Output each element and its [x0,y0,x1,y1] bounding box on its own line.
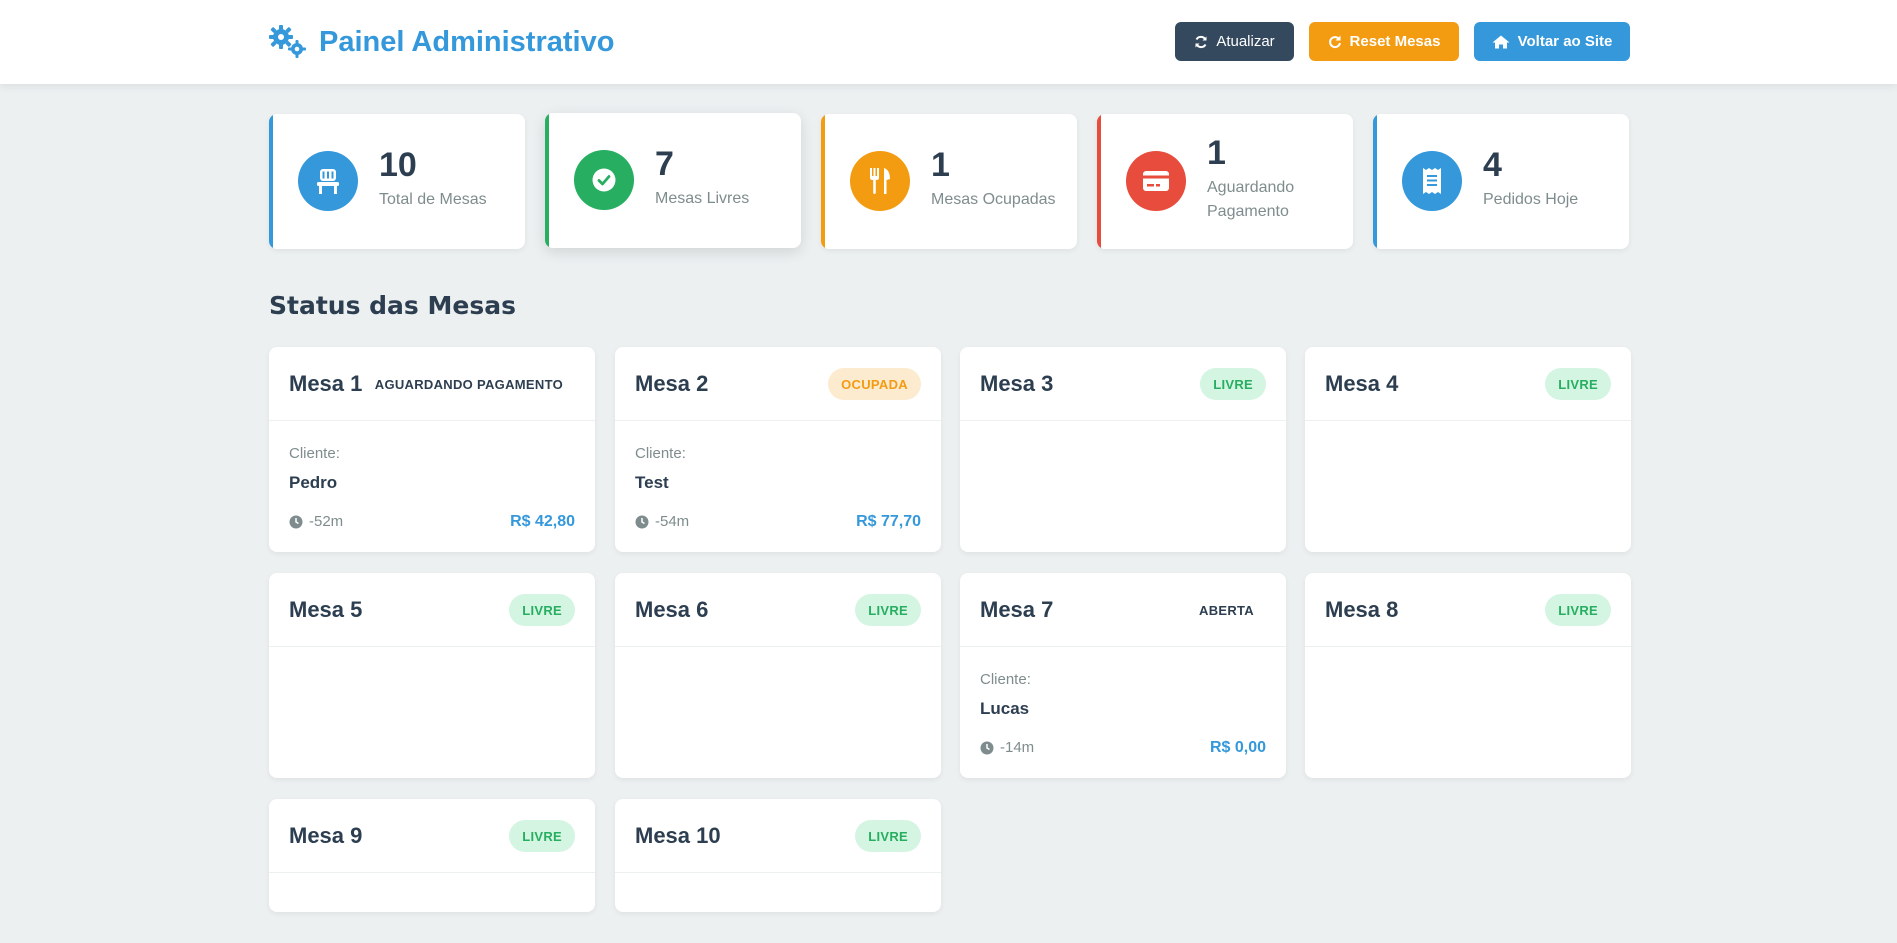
table-card-2[interactable]: Mesa 2 OCUPADA Cliente: Test -54m R$ 77,… [615,347,941,552]
gears-icon [269,25,307,59]
elapsed-time-value: -54m [655,513,690,530]
clock-icon [980,741,994,754]
stat-value: 1 [931,146,950,184]
table-card-7[interactable]: Mesa 7 ABERTA Cliente: Lucas -14m R$ 0,0… [960,573,1286,778]
table-card-header: Mesa 5 LIVRE [269,573,595,647]
stat-label: Aguardando Pagamento [1207,179,1295,220]
status-badge: OCUPADA [828,368,921,400]
status-badge: LIVRE [1200,368,1266,400]
table-name: Mesa 8 [1325,597,1399,622]
reset-tables-button[interactable]: Reset Mesas [1309,22,1459,61]
client-name: Test [635,473,669,492]
status-badge: LIVRE [509,594,575,626]
table-card-1[interactable]: Mesa 1 AGUARDANDO PAGAMENTO Cliente: Ped… [269,347,595,552]
status-badge: LIVRE [509,820,575,852]
section-title: Status das Mesas [269,291,516,320]
table-name: Mesa 10 [635,823,721,848]
table-card-6[interactable]: Mesa 6 LIVRE [615,573,941,778]
stat-label: Mesas Livres [655,190,750,207]
table-card-10[interactable]: Mesa 10 LIVRE [615,799,941,912]
table-card-header: Mesa 9 LIVRE [269,799,595,873]
table-name: Mesa 5 [289,597,363,622]
stat-value: 10 [379,146,417,184]
stat-value: 4 [1483,146,1502,184]
clock-icon [289,515,303,528]
table-card-header: Mesa 8 LIVRE [1305,573,1631,647]
elapsed-time-value: -14m [1000,739,1035,756]
stat-label: Pedidos Hoje [1483,191,1579,208]
receipt-icon [1402,151,1462,211]
table-card-8[interactable]: Mesa 8 LIVRE [1305,573,1631,778]
clock-icon [635,515,649,528]
table-card-9[interactable]: Mesa 9 LIVRE [269,799,595,912]
reset-button-label: Reset Mesas [1349,33,1441,50]
stat-card-total-tables: 10 Total de Mesas [269,114,525,249]
stat-value: 1 [1207,134,1226,172]
status-badge: LIVRE [1545,594,1611,626]
table-name: Mesa 2 [635,371,709,396]
table-card-4[interactable]: Mesa 4 LIVRE [1305,347,1631,552]
table-name: Mesa 6 [635,597,709,622]
stat-card-occupied-tables: 1 Mesas Ocupadas [821,114,1077,249]
table-card-header: Mesa 1 AGUARDANDO PAGAMENTO [269,347,595,421]
table-card-header: Mesa 3 LIVRE [960,347,1286,421]
client-label: Cliente: [635,445,686,462]
stat-value: 7 [655,145,674,183]
client-name: Lucas [980,699,1030,718]
table-card-header: Mesa 10 LIVRE [615,799,941,873]
brand: Painel Administrativo [269,22,614,62]
elapsed-time: -54m [635,513,689,530]
table-name: Mesa 3 [980,371,1054,396]
elapsed-time: -14m [980,739,1034,756]
table-card-3[interactable]: Mesa 3 LIVRE [960,347,1286,552]
table-name: Mesa 9 [289,823,363,848]
check-circle-icon [574,150,634,210]
credit-card-icon [1126,151,1186,211]
order-total: R$ 77,70 [856,513,921,530]
header-bar: Painel Administrativo Atualizar Reset Me… [0,0,1897,84]
back-to-site-button[interactable]: Voltar ao Site [1474,22,1630,61]
table-card-header: Mesa 7 ABERTA [960,573,1286,647]
client-label: Cliente: [980,671,1031,688]
home-icon [1492,35,1510,48]
utensils-icon [850,151,910,211]
table-card-header: Mesa 6 LIVRE [615,573,941,647]
table-name: Mesa 7 [980,597,1054,622]
back-button-label: Voltar ao Site [1517,33,1613,50]
order-total: R$ 0,00 [1209,739,1266,756]
status-badge: LIVRE [855,820,921,852]
stat-card-free-tables: 7 Mesas Livres [545,113,801,248]
elapsed-time-value: -52m [309,513,344,530]
status-badge: ABERTA [1199,602,1254,618]
stat-card-orders-today: 4 Pedidos Hoje [1373,114,1629,249]
table-card-header: Mesa 2 OCUPADA [615,347,941,421]
refresh-button-label: Atualizar [1216,33,1275,50]
status-badge: AGUARDANDO PAGAMENTO [374,376,563,392]
table-card-header: Mesa 4 LIVRE [1305,347,1631,421]
order-total: R$ 42,80 [510,513,575,530]
stat-label: Mesas Ocupadas [931,191,1056,208]
redo-icon [1328,35,1341,48]
stat-label: Total de Mesas [379,191,487,208]
client-label: Cliente: [289,445,340,462]
status-badge: LIVRE [855,594,921,626]
table-name: Mesa 4 [1325,371,1399,396]
table-card-5[interactable]: Mesa 5 LIVRE [269,573,595,778]
client-name: Pedro [289,473,338,492]
refresh-icon [1195,35,1207,48]
page-title: Painel Administrativo [319,25,615,58]
status-badge: LIVRE [1545,368,1611,400]
refresh-button[interactable]: Atualizar [1175,22,1294,61]
elapsed-time: -52m [289,513,343,530]
stat-card-awaiting-payment: 1 Aguardando Pagamento [1097,114,1353,249]
table-name: Mesa 1 [289,371,363,396]
chair-icon [298,151,358,211]
